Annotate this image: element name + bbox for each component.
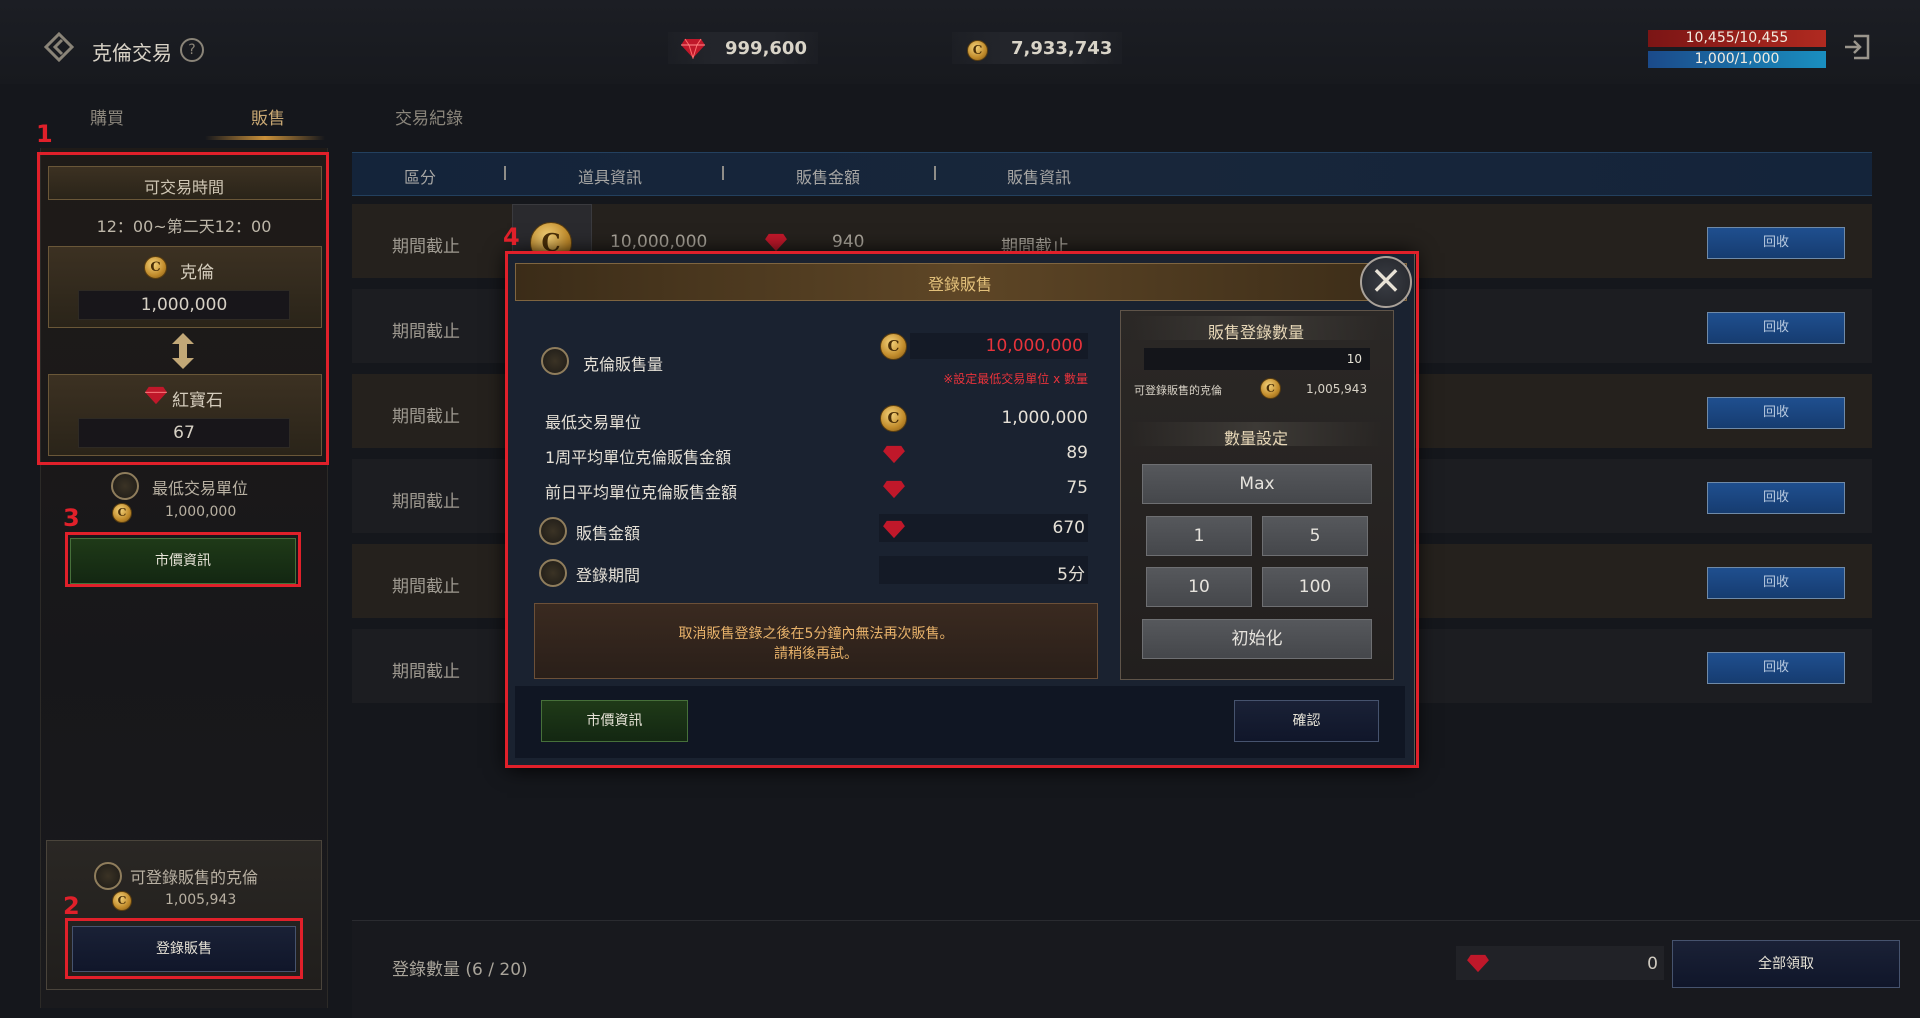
emblem-icon xyxy=(111,472,139,500)
reclaim-button[interactable]: 回收 xyxy=(1707,312,1845,344)
coin-icon: C xyxy=(112,891,132,911)
reclaim-button[interactable]: 回收 xyxy=(1707,482,1845,514)
column-header-item-info: 道具資訊 xyxy=(578,168,643,187)
exit-icon[interactable] xyxy=(1842,32,1872,62)
row-item-amount: 10,000,000 xyxy=(610,232,708,252)
ruby-icon xyxy=(1466,953,1492,975)
tab-buy[interactable]: 購買 xyxy=(90,104,124,129)
page-title: 克倫交易 xyxy=(92,41,172,65)
active-tab-indicator xyxy=(205,136,325,140)
column-divider xyxy=(934,166,936,180)
reclaim-button[interactable]: 回收 xyxy=(1707,397,1845,429)
coin-amount: 7,933,743 xyxy=(1011,38,1113,59)
reclaim-button[interactable]: 回收 xyxy=(1707,227,1845,259)
annotation-number-4: 4 xyxy=(503,223,520,251)
annotation-number-1: 1 xyxy=(36,120,53,148)
annotation-number-2: 2 xyxy=(63,892,80,920)
annotation-number-3: 3 xyxy=(63,504,80,532)
column-header-sale-info: 販售資訊 xyxy=(1007,168,1072,187)
annotation-box-1 xyxy=(37,152,329,465)
registration-count: 登錄數量 (6 / 20) xyxy=(392,960,528,980)
min-unit-value: 1,000,000 xyxy=(165,504,237,520)
ruby-total-value: 0 xyxy=(1647,954,1658,974)
tab-sell[interactable]: 販售 xyxy=(251,104,285,129)
annotation-box-4 xyxy=(505,251,1419,768)
row-status: 期間截止 xyxy=(392,492,460,512)
ruby-amount: 999,600 xyxy=(725,38,807,59)
hp-bar: 10,455/10,455 xyxy=(1648,30,1826,47)
ruby-icon xyxy=(680,37,706,60)
reclaim-button[interactable]: 回收 xyxy=(1707,567,1845,599)
mp-bar: 1,000/1,000 xyxy=(1648,51,1826,68)
row-price: 940 xyxy=(832,232,865,252)
row-status: 期間截止 xyxy=(392,577,460,597)
collect-all-button[interactable]: 全部領取 xyxy=(1672,940,1900,988)
reclaim-button[interactable]: 回收 xyxy=(1707,652,1845,684)
registrable-value: 1,005,943 xyxy=(165,892,237,908)
coin-icon: C xyxy=(112,503,132,523)
row-status: 期間截止 xyxy=(392,662,460,682)
min-unit-label: 最低交易單位 xyxy=(152,479,249,498)
column-header-category: 區分 xyxy=(404,168,437,187)
column-divider xyxy=(504,166,506,180)
row-status: 期間截止 xyxy=(392,322,460,342)
row-status: 期間截止 xyxy=(392,237,460,257)
column-header-sale-price: 販售金額 xyxy=(796,168,861,187)
tab-trade-history[interactable]: 交易紀錄 xyxy=(395,104,463,129)
annotation-box-2 xyxy=(65,918,303,979)
registrable-label: 可登錄販售的克倫 xyxy=(130,868,259,887)
coin-icon: C xyxy=(967,40,988,61)
emblem-icon xyxy=(94,862,122,890)
help-icon[interactable]: ? xyxy=(180,38,204,62)
column-divider xyxy=(722,166,724,180)
row-status: 期間截止 xyxy=(392,407,460,427)
back-icon[interactable] xyxy=(43,31,75,63)
annotation-box-3 xyxy=(65,532,301,587)
